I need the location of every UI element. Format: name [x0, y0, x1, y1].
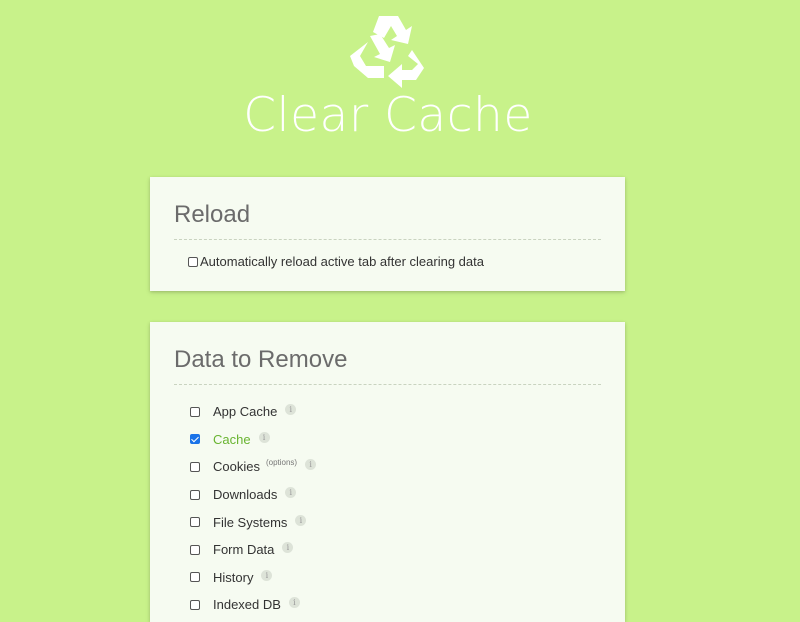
info-icon[interactable]: i — [305, 459, 317, 471]
reload-card-title: Reload — [174, 201, 251, 228]
info-icon[interactable]: i — [258, 431, 270, 443]
data-item-label: App Cache — [213, 404, 278, 420]
data-item-checkbox[interactable] — [190, 461, 200, 472]
info-icon[interactable]: i — [285, 487, 297, 499]
auto-reload-label: Automatically reload active tab after cl… — [200, 254, 484, 269]
recycle-icon — [350, 16, 424, 88]
data-item[interactable]: File Systems i — [190, 508, 316, 536]
data-item[interactable]: App Cache i — [190, 398, 316, 426]
info-icon[interactable]: i — [295, 514, 307, 526]
data-item-checkbox[interactable] — [190, 489, 200, 500]
info-icon[interactable]: i — [288, 597, 300, 609]
divider — [174, 239, 601, 240]
data-to-remove-card: Data to Remove App Cache i Cache i Cookies (o… — [150, 322, 625, 622]
info-icon[interactable]: i — [285, 404, 297, 416]
data-card-title: Data to Remove — [174, 346, 348, 373]
auto-reload-checkbox[interactable] — [188, 256, 198, 267]
data-item-checkbox[interactable] — [190, 406, 200, 417]
data-item-checkbox[interactable] — [190, 434, 200, 445]
data-item-label: Form Data — [213, 542, 275, 558]
auto-reload-option[interactable]: Automatically reload active tab after cl… — [188, 254, 484, 269]
data-item-checkbox[interactable] — [190, 544, 200, 555]
data-item-label: Cookies — [213, 459, 260, 475]
data-item[interactable]: Indexed DB i — [190, 591, 316, 619]
data-item[interactable]: Form Data i — [190, 536, 316, 564]
data-item[interactable]: Downloads i — [190, 481, 316, 509]
data-item-checkbox[interactable] — [190, 517, 200, 528]
reload-card: Reload Automatically reload active tab a… — [150, 177, 625, 291]
data-item-label: Cache — [213, 431, 251, 447]
data-item-label: Indexed DB — [213, 597, 281, 613]
data-item[interactable]: Cache i — [190, 426, 316, 454]
data-item-label: Downloads — [213, 487, 278, 503]
data-item[interactable]: Cookies (options) i — [190, 453, 317, 481]
data-items-list: App Cache i Cache i Cookies (options) i Downloa… — [190, 398, 317, 619]
divider — [174, 384, 601, 385]
data-item-label: History — [213, 569, 254, 585]
data-item-label: File Systems — [213, 514, 288, 530]
cookies-options-link[interactable]: (options) — [266, 458, 297, 467]
info-icon[interactable]: i — [282, 542, 294, 554]
data-item-checkbox[interactable] — [190, 599, 200, 610]
data-item-checkbox[interactable] — [190, 572, 200, 583]
info-icon[interactable]: i — [261, 569, 273, 581]
data-item[interactable]: History i — [190, 564, 316, 592]
app-title: Clear Cache — [243, 88, 533, 143]
